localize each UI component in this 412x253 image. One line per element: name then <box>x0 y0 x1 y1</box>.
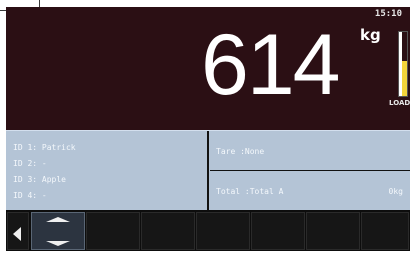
softkey-5[interactable] <box>196 212 250 250</box>
weight-display: 15:10 614 kg LOAD <box>6 7 410 130</box>
id-row-4: ID 4: - <box>13 191 47 200</box>
total-label: Total :Total A <box>216 187 284 196</box>
softkey-3[interactable] <box>86 212 140 250</box>
tare-total-panel: Tare :None Total :Total A 0kg <box>210 131 410 211</box>
id-list[interactable]: ID 1: Patrick ID 2: - ID 3: Apple ID 4: … <box>6 131 209 211</box>
id-row-1: ID 1: Patrick <box>13 143 76 152</box>
back-button[interactable] <box>7 212 29 250</box>
weight-unit: kg <box>360 26 381 44</box>
total-box[interactable]: Total :Total A 0kg <box>210 171 410 211</box>
clock: 15:10 <box>374 9 402 19</box>
load-bar <box>398 31 408 97</box>
info-panel: ID 1: Patrick ID 2: - ID 3: Apple ID 4: … <box>6 130 410 211</box>
softkey-bar <box>6 210 410 251</box>
load-bar-marker <box>399 32 402 96</box>
chevron-up-icon <box>46 217 70 222</box>
softkey-6[interactable] <box>251 212 305 250</box>
id-row-3: ID 3: Apple <box>13 175 66 184</box>
navigate-button[interactable] <box>31 212 101 250</box>
chevron-down-icon <box>46 241 70 246</box>
weight-value: 614 <box>201 17 340 113</box>
softkey-7[interactable] <box>306 212 360 250</box>
left-arrow-icon <box>13 227 21 241</box>
id-row-2: ID 2: - <box>13 159 47 168</box>
total-value: 0kg <box>388 187 403 196</box>
softkey-4[interactable] <box>141 212 195 250</box>
softkey-8[interactable] <box>361 212 409 250</box>
terminal-screen: 15:10 614 kg LOAD ID 1: Patrick ID 2: - … <box>6 7 410 251</box>
tare-label: Tare :None <box>216 147 265 156</box>
tare-box[interactable]: Tare :None <box>210 131 410 171</box>
load-label: LOAD <box>389 99 410 107</box>
